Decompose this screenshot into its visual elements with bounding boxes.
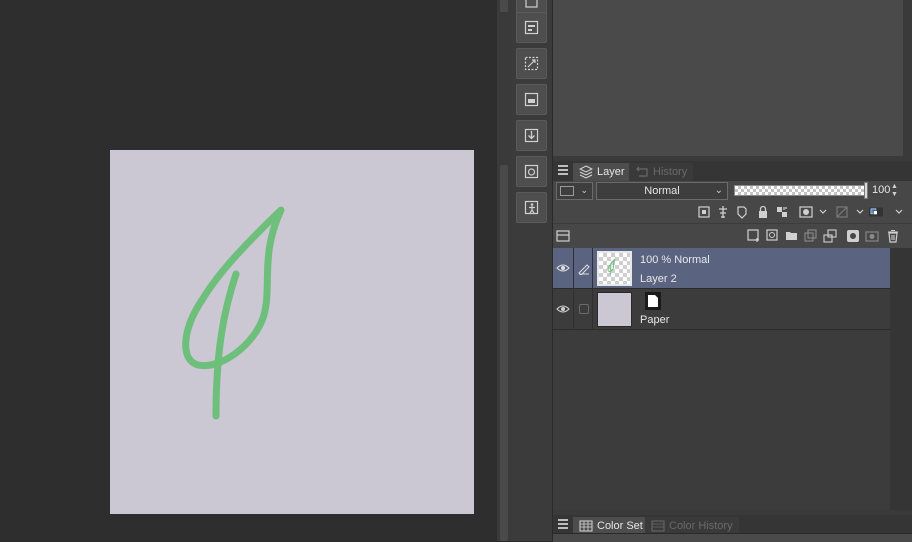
3d-figure-button[interactable] [516,192,547,223]
chevron-down-icon[interactable] [816,205,827,219]
blend-mode-value: Normal [644,185,680,197]
blend-row: ⌄ Normal ⌄ 100 ▲ ▼ [553,181,912,201]
tab-layer[interactable]: Layer [573,163,631,181]
tab-color-history-label: Color History [669,520,733,532]
color-history-icon [651,520,665,532]
layer-folder-3d-button[interactable] [516,156,547,187]
canvas-vertical-scrollbar[interactable] [497,0,511,541]
layer-color-icon[interactable] [869,205,891,219]
chevron-down-icon: ⌄ [580,185,588,195]
eye-icon[interactable] [556,261,570,275]
copy-layer-icon[interactable] [804,229,818,243]
chevron-down-icon[interactable] [853,205,864,219]
layer-row-paper[interactable]: Paper [553,289,890,330]
layer-2-name: Layer 2 [640,273,677,285]
reference-layer-icon[interactable] [716,205,730,219]
expression-color-select[interactable]: ⌄ [556,182,593,200]
right-panel: Layer History ⌄ Normal ⌄ 100 ▲ ▼ 100 % N… [553,0,912,542]
navigator-scrollbar[interactable] [903,0,912,156]
convert-layer-button[interactable] [516,84,547,115]
new-vector-layer-icon[interactable] [766,229,780,243]
leaf-thumbnail-icon [607,258,616,276]
layer-property-icon [524,20,539,35]
scrollbar-top-segment [500,0,508,12]
trash-icon[interactable] [886,229,900,243]
layer-actions-row [553,223,912,249]
layer-2-mode: 100 % Normal [640,254,710,266]
ruler-range-icon[interactable] [835,205,849,219]
paper-layer-name: Paper [640,314,670,326]
layer-edit-column[interactable] [573,289,593,330]
layer-row-layer-2[interactable]: 100 % Normal Layer 2 [553,248,890,289]
new-folder-icon[interactable] [785,229,799,243]
tab-color-set-label: Color Set [597,520,643,532]
history-icon [636,166,648,177]
layer-property-button[interactable] [516,12,547,43]
layer-options-row [553,201,912,223]
tab-history-label: History [653,166,688,178]
eye-icon[interactable] [556,302,570,316]
3d-object-icon [524,164,539,179]
leaf-drawing [182,206,285,420]
convert-layer-icon [524,92,539,107]
merge-down-button[interactable] [516,120,547,151]
opacity-slider[interactable] [734,185,866,196]
transfer-layer-icon[interactable] [823,229,837,243]
merge-down-icon [524,128,539,143]
tab-layer-label: Layer [597,166,625,178]
chevron-down-icon: ⌄ [714,185,723,196]
layer-edit-column[interactable] [573,248,593,289]
figure-icon [524,200,539,215]
panel-menu-icon[interactable] [558,519,568,529]
lock-transparent-icon[interactable] [775,205,789,219]
paper-layer-icon [645,292,661,310]
layer-2-thumbnail [597,251,632,286]
layer-list: 100 % Normal Layer 2 Paper [553,248,890,510]
expression-swatch [560,186,574,196]
transform-icon [524,56,539,71]
clip-to-layer-icon[interactable] [697,205,711,219]
checkbox-icon [579,304,589,314]
color-set-icon [579,520,593,532]
paper-canvas[interactable] [110,150,474,514]
opacity-value[interactable]: 100 [872,184,890,196]
scrollbar-thumb[interactable] [500,165,508,541]
opacity-slider-knob[interactable] [864,182,868,199]
layer-panel-tabs: Layer History [553,161,912,181]
apply-mask-icon[interactable] [865,229,879,243]
new-raster-layer-icon[interactable] [747,229,761,243]
layer-icon [525,0,538,8]
lock-icon[interactable] [756,205,770,219]
canvas-area[interactable] [0,0,497,541]
layer-list-scrollbar[interactable] [890,248,912,510]
layer-panel-layout-icon[interactable] [556,229,570,243]
layer-command-bar [511,0,553,541]
transform-layer-button[interactable] [516,48,547,79]
draft-layer-icon[interactable] [735,205,749,219]
opacity-spinner[interactable]: ▲ ▼ [891,183,898,199]
blend-mode-select[interactable]: Normal ⌄ [596,182,728,200]
mask-enable-icon[interactable] [799,205,813,219]
paper-thumbnail [597,292,632,327]
tab-history[interactable]: History [629,163,694,181]
pencil-icon [578,264,590,275]
panel-menu-icon[interactable] [558,165,568,175]
navigator-panel [553,0,909,156]
create-mask-icon[interactable] [846,229,860,243]
layers-icon [579,165,593,179]
chevron-down-icon[interactable] [892,205,903,219]
